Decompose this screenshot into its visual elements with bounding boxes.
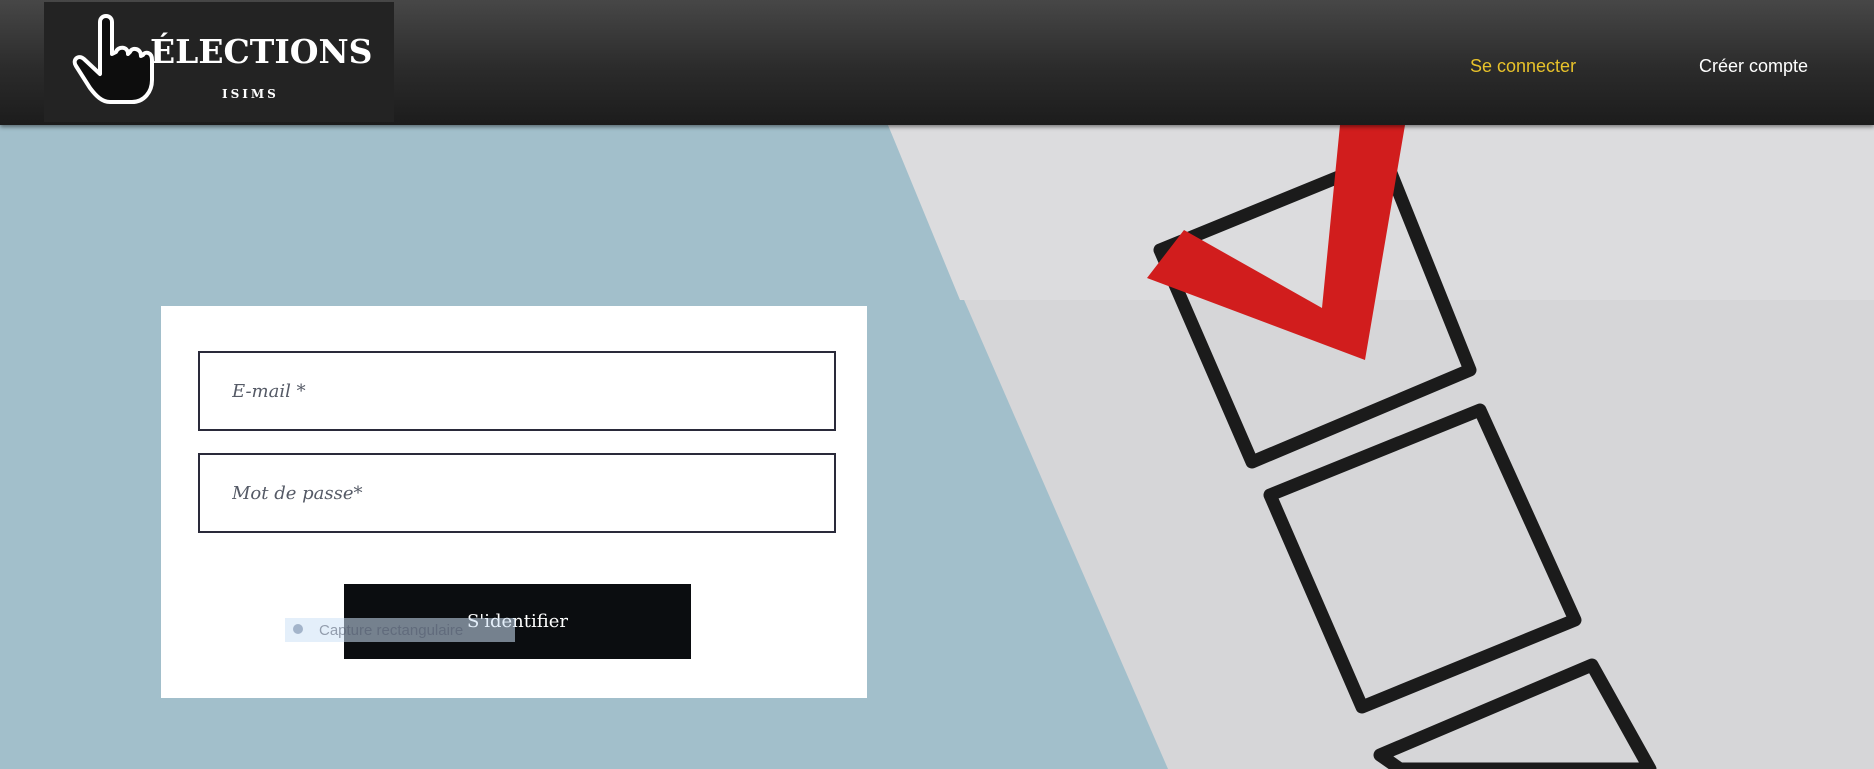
pointing-hand-icon <box>72 14 154 104</box>
password-field <box>198 453 836 533</box>
nav-login-link[interactable]: Se connecter <box>1470 56 1576 77</box>
site-header: ÉLECTIONS ISIMS Se connecter Créer compt… <box>0 0 1874 125</box>
site-logo[interactable]: ÉLECTIONS ISIMS <box>44 2 394 122</box>
capture-dot-icon <box>293 624 303 634</box>
email-field <box>198 351 836 431</box>
login-submit-button[interactable]: S'identifier <box>344 584 691 659</box>
email-input[interactable] <box>200 353 834 429</box>
logo-title: ÉLECTIONS <box>150 32 373 71</box>
login-card: Capture rectangulaire S'identifier <box>161 306 867 698</box>
page: ÉLECTIONS ISIMS Se connecter Créer compt… <box>0 0 1874 769</box>
nav-register-link[interactable]: Créer compte <box>1699 56 1808 77</box>
logo-subtitle: ISIMS <box>222 87 279 101</box>
password-input[interactable] <box>200 455 834 531</box>
